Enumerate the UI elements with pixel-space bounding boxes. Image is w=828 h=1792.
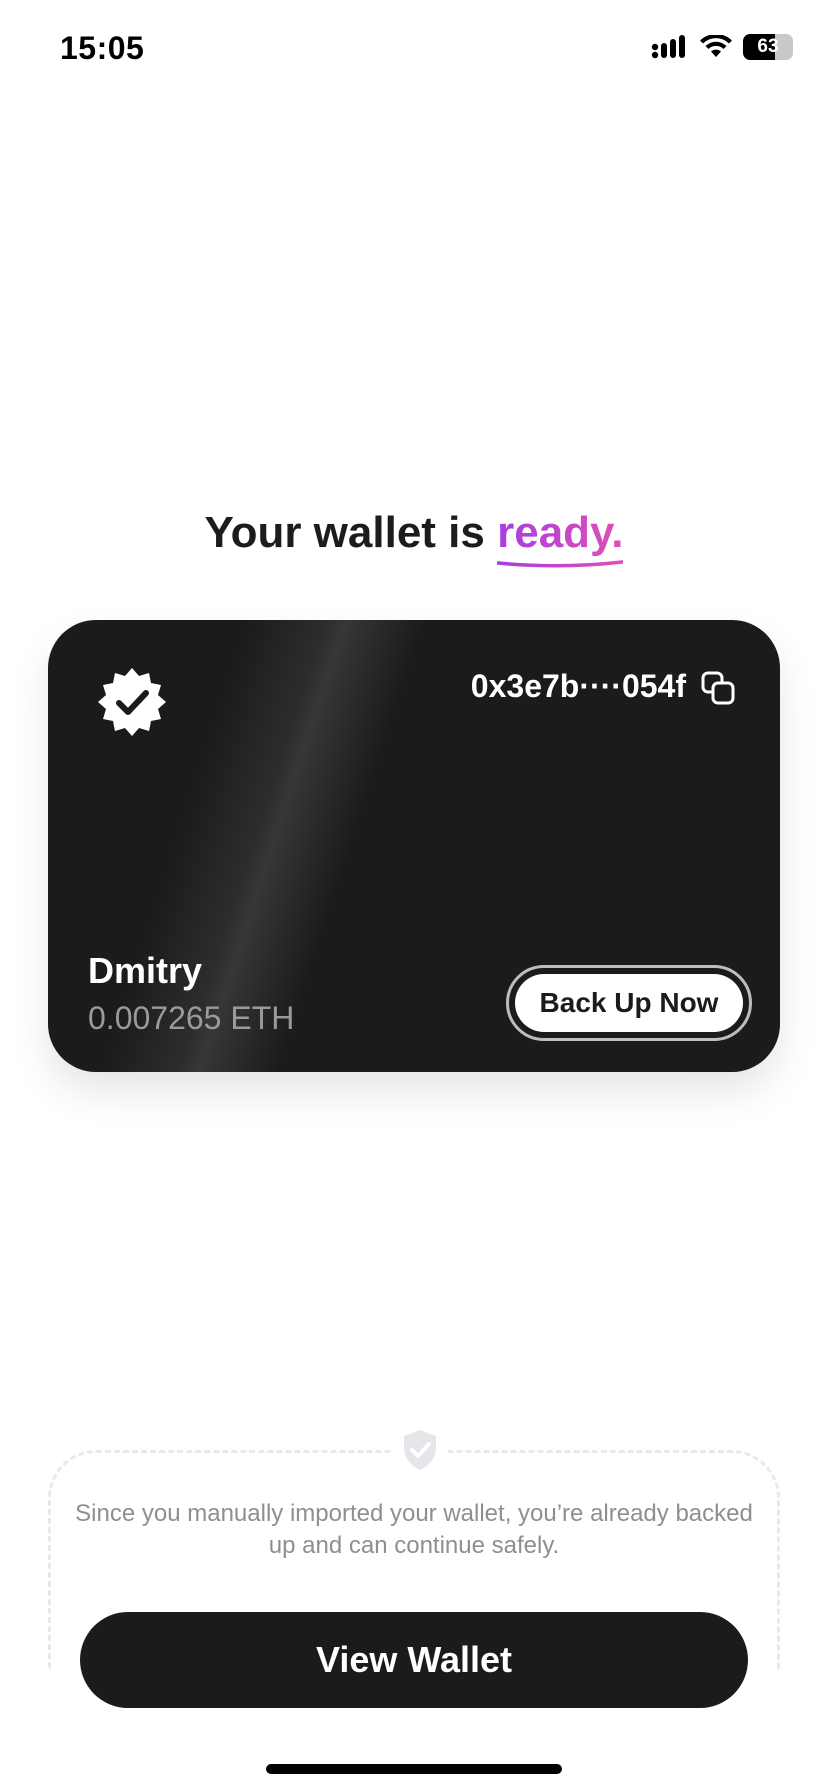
verified-badge-icon — [98, 668, 166, 736]
page-title: Your wallet is ready. — [0, 508, 828, 568]
cellular-signal-icon — [651, 35, 685, 59]
backup-button-outline: Back Up Now — [506, 965, 752, 1041]
status-bar: 15:05 63 — [0, 0, 828, 100]
wallet-name: Dmitry — [88, 950, 203, 991]
wallet-balance: 0.007265 ETH — [88, 1000, 295, 1036]
page-title-accent: ready. — [497, 508, 624, 568]
back-up-now-button[interactable]: Back Up Now — [515, 974, 743, 1032]
page-title-accent-text: ready. — [497, 508, 624, 557]
wallet-address: 0x3e7b····054f — [470, 668, 686, 704]
battery-level: 63 — [757, 36, 779, 57]
status-time: 15:05 — [60, 30, 145, 66]
wifi-icon — [700, 35, 732, 57]
battery-icon: 63 — [743, 34, 793, 60]
backup-info-text: Since you manually imported your wallet,… — [75, 1500, 753, 1559]
shield-check-icon — [394, 1428, 446, 1472]
view-wallet-button[interactable]: View Wallet — [80, 1612, 748, 1708]
page-title-prefix: Your wallet is — [204, 508, 498, 557]
copy-icon[interactable] — [700, 670, 736, 706]
home-indicator[interactable] — [266, 1764, 562, 1774]
wallet-card[interactable]: 0x3e7b····054f Dmitry 0.007265 ETH Back … — [48, 620, 780, 1072]
battery-indicator: 63 — [743, 34, 793, 60]
accent-underline — [497, 560, 624, 568]
status-icons: 63 — [651, 34, 793, 60]
